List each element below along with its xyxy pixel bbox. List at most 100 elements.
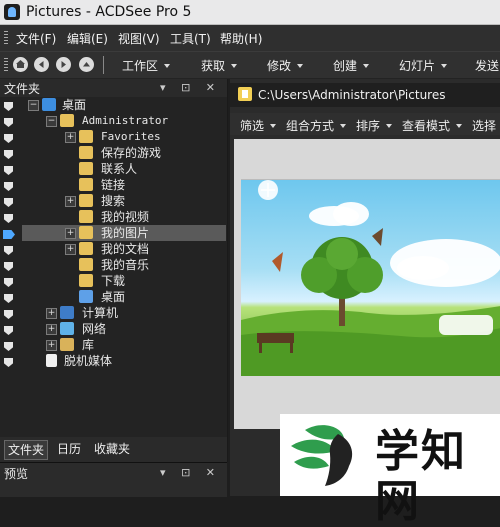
- folder-icon: [79, 162, 93, 175]
- thumbnail-area: [234, 139, 500, 429]
- group-by-menu[interactable]: 组合方式: [286, 117, 347, 134]
- document-icon: [46, 354, 57, 367]
- folder-icon: [79, 178, 93, 191]
- chevron-down-icon: [441, 64, 448, 68]
- folder-icon: [79, 146, 93, 159]
- home-icon[interactable]: [13, 57, 28, 72]
- back-icon[interactable]: [34, 57, 49, 72]
- collapse-icon[interactable]: −: [46, 116, 57, 127]
- slideshow-menu[interactable]: 幻灯片: [399, 57, 448, 74]
- chevron-down-icon: [456, 124, 463, 128]
- pin-icon[interactable]: [4, 278, 13, 287]
- pin-icon[interactable]: [4, 198, 13, 207]
- pin-icon[interactable]: [4, 150, 13, 159]
- preview-panel-title: 预览: [4, 467, 29, 481]
- send-menu[interactable]: 发送: [475, 57, 499, 74]
- folder-icon: [79, 210, 93, 223]
- modify-menu[interactable]: 修改: [267, 57, 304, 74]
- pin-icon[interactable]: [4, 134, 13, 143]
- toolbar-grip-icon: [4, 31, 8, 45]
- landscape-illustration: [241, 180, 500, 376]
- folder-icon: [79, 258, 93, 271]
- pin-icon[interactable]: [3, 230, 15, 239]
- pin-icon[interactable]: [4, 246, 13, 255]
- sort-menu[interactable]: 排序: [356, 117, 393, 134]
- expand-icon[interactable]: +: [65, 196, 76, 207]
- preview-panel: 预览 ▾ ⊡ ✕: [0, 462, 227, 497]
- create-menu[interactable]: 创建: [333, 57, 370, 74]
- image-thumbnail[interactable]: [241, 179, 500, 376]
- menu-file[interactable]: 文件(F): [16, 30, 56, 47]
- computer-icon: [60, 306, 74, 319]
- chevron-down-icon: [363, 64, 370, 68]
- watermark: 学知网: [280, 414, 500, 527]
- leaf-logo-icon: [291, 425, 353, 486]
- expand-icon[interactable]: +: [46, 308, 57, 319]
- pin-icon[interactable]: [4, 262, 13, 271]
- folders-panel: 文件夹 ▾ ⊡ ✕ − 桌面 − Administrator + Favorit…: [0, 79, 228, 462]
- panel-controls[interactable]: ▾ ⊡ ✕: [160, 466, 221, 479]
- browse-toolbar: 筛选 组合方式 排序 查看模式 选择: [230, 113, 500, 135]
- pin-icon[interactable]: [4, 310, 13, 319]
- acquire-menu[interactable]: 获取: [201, 57, 238, 74]
- chevron-down-icon: [297, 64, 304, 68]
- watermark-text: 学知网: [375, 426, 467, 527]
- desktop-icon: [42, 98, 56, 111]
- pin-icon[interactable]: [4, 294, 13, 303]
- toolbar: 工作区 获取 修改 创建 幻灯片 发送: [0, 52, 500, 79]
- expand-icon[interactable]: +: [65, 132, 76, 143]
- menu-view[interactable]: 视图(V): [118, 30, 160, 47]
- app-icon: [4, 4, 20, 20]
- folder-icon: [79, 226, 93, 239]
- pin-icon[interactable]: [4, 166, 13, 175]
- chevron-down-icon: [386, 124, 393, 128]
- menu-help[interactable]: 帮助(H): [220, 30, 262, 47]
- panel-controls[interactable]: ▾ ⊡ ✕: [160, 81, 221, 94]
- current-path: C:\Users\Administrator\Pictures: [258, 88, 446, 102]
- tab-folders[interactable]: 文件夹: [4, 440, 49, 460]
- tab-calendar[interactable]: 日历: [54, 440, 84, 458]
- path-bar[interactable]: C:\Users\Administrator\Pictures: [230, 83, 500, 107]
- select-menu[interactable]: 选择: [472, 117, 496, 134]
- folder-icon: [79, 130, 93, 143]
- folder-tree: − 桌面 − Administrator + Favorites 保存的游戏 联…: [0, 97, 227, 437]
- pin-icon[interactable]: [4, 326, 13, 335]
- up-icon[interactable]: [79, 57, 94, 72]
- pin-icon[interactable]: [4, 214, 13, 223]
- folder-path-icon: [238, 87, 252, 101]
- menu-bar: 文件(F) 编辑(E) 视图(V) 工具(T) 帮助(H): [0, 25, 500, 52]
- workspace-menu[interactable]: 工作区: [122, 57, 171, 74]
- view-mode-menu[interactable]: 查看模式: [402, 117, 463, 134]
- chevron-down-icon: [164, 64, 171, 68]
- chevron-down-icon: [231, 64, 238, 68]
- expand-icon[interactable]: +: [65, 244, 76, 255]
- user-folder-icon: [60, 114, 74, 127]
- left-panel-tabs: 文件夹 日历 收藏夹: [0, 437, 227, 462]
- forward-icon[interactable]: [56, 57, 71, 72]
- toolbar-separator: [103, 56, 104, 74]
- folders-panel-header: 文件夹 ▾ ⊡ ✕: [0, 79, 227, 97]
- menu-tools[interactable]: 工具(T): [170, 30, 211, 47]
- folder-icon: [79, 194, 93, 207]
- title-bar: Pictures - ACDSee Pro 5: [0, 0, 500, 25]
- folder-icon: [79, 242, 93, 255]
- pin-icon[interactable]: [4, 342, 13, 351]
- folder-icon: [79, 274, 93, 287]
- folders-panel-title: 文件夹: [4, 82, 41, 96]
- pin-icon[interactable]: [4, 102, 13, 111]
- menu-edit[interactable]: 编辑(E): [67, 30, 108, 47]
- chevron-down-icon: [340, 124, 347, 128]
- tab-favorites[interactable]: 收藏夹: [91, 440, 133, 458]
- expand-icon[interactable]: +: [46, 324, 57, 335]
- collapse-icon[interactable]: −: [28, 100, 39, 111]
- chevron-down-icon: [270, 124, 277, 128]
- pin-icon[interactable]: [4, 358, 13, 367]
- filter-menu[interactable]: 筛选: [240, 117, 277, 134]
- expand-icon[interactable]: +: [65, 228, 76, 239]
- pin-icon[interactable]: [4, 182, 13, 191]
- network-icon: [60, 322, 74, 335]
- expand-icon[interactable]: +: [46, 340, 57, 351]
- pin-icon[interactable]: [4, 118, 13, 127]
- library-icon: [60, 338, 74, 351]
- desktop-folder-icon: [79, 290, 93, 303]
